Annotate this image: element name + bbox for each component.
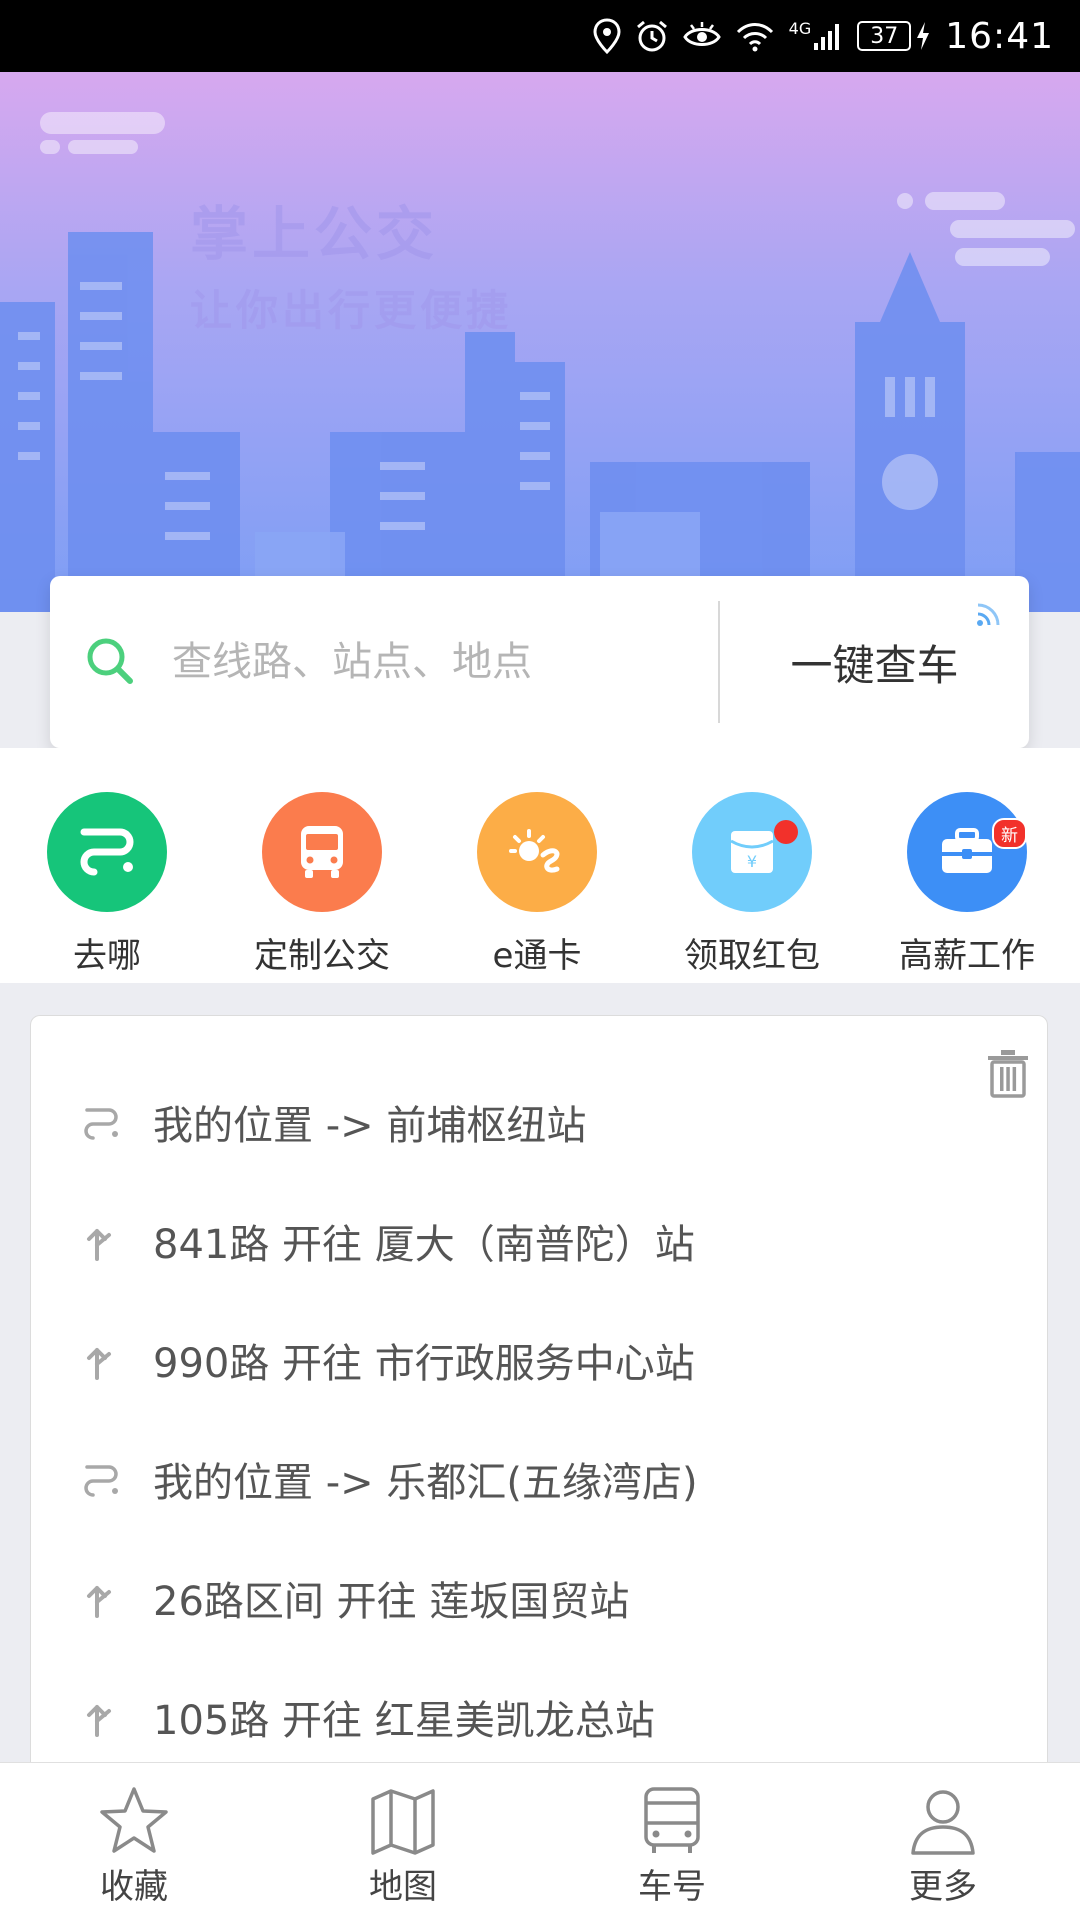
direction-icon [87, 1705, 111, 1737]
red-packet-icon: ¥ [692, 792, 812, 912]
search-icon [87, 638, 133, 684]
direction-icon [87, 1586, 111, 1618]
nav-bus-number[interactable]: 车号 [572, 1763, 772, 1920]
notification-dot [774, 820, 798, 844]
signal-icon [814, 24, 840, 50]
status-bar: 4G 37 16:41 [0, 0, 1080, 72]
battery-level: 37 [870, 23, 899, 49]
direction-icon [87, 1229, 111, 1261]
status-time: 16:41 [945, 15, 1054, 57]
user-icon [911, 1790, 975, 1855]
route-icon [47, 792, 167, 912]
history-item-text: 990路 开往 市行政服务中心站 [153, 1341, 695, 1387]
quick-actions: 去哪 定制公交 e通卡 ¥ 领取红包 新 高薪工作 [0, 748, 1080, 983]
nav-label: 地图 [369, 1867, 437, 1907]
nav-label: 更多 [909, 1867, 977, 1907]
quick-action-red-packet[interactable]: ¥ 领取红包 [652, 792, 852, 977]
bottom-navigation: 收藏 地图 车号 更多 [0, 1762, 1080, 1920]
location-icon [593, 18, 621, 54]
quick-action-go-where[interactable]: 去哪 [7, 792, 207, 977]
bus-icon [262, 792, 382, 912]
city-skyline-illustration [0, 112, 1080, 612]
one-key-check-bus-label: 一键查车 [790, 640, 959, 690]
new-badge: 新 [992, 818, 1027, 849]
one-key-check-bus-button[interactable]: 一键查车 [720, 576, 1029, 748]
wifi-icon [736, 23, 773, 52]
nav-more[interactable]: 更多 [843, 1763, 1043, 1920]
charging-icon [917, 22, 930, 50]
search-card: 一键查车 [50, 576, 1029, 748]
network-type: 4G [788, 19, 812, 38]
quick-action-custom-bus[interactable]: 定制公交 [222, 792, 422, 977]
history-item[interactable]: 26路区间 开往 莲坂国贸站 [31, 1548, 1047, 1648]
eye-icon [682, 22, 721, 46]
search-history-card: 我的位置 -> 前埔枢纽站 841路 开往 厦大（南普陀）站 990路 开往 市… [30, 1015, 1048, 1763]
history-item-text: 841路 开往 厦大（南普陀）站 [153, 1222, 695, 1268]
briefcase-icon: 新 [907, 792, 1027, 912]
history-item[interactable]: 841路 开往 厦大（南普陀）站 [31, 1191, 1047, 1291]
quick-action-label: e通卡 [492, 936, 582, 976]
history-item-text: 26路区间 开往 莲坂国贸站 [153, 1579, 630, 1625]
map-icon [371, 1789, 435, 1855]
signal-wave-icon [977, 603, 1000, 626]
alarm-icon [636, 20, 667, 52]
ecard-icon [477, 792, 597, 912]
quick-action-label: 定制公交 [254, 936, 390, 976]
route-icon [84, 1465, 118, 1497]
nav-label: 收藏 [100, 1867, 168, 1907]
hero-banner: 掌上公交 让你出行更便捷 [0, 72, 1080, 612]
search-input[interactable] [172, 639, 712, 685]
battery-icon: 37 [857, 21, 931, 51]
hero-title: 掌上公交 [190, 200, 439, 268]
history-item[interactable]: 105路 开往 红星美凯龙总站 [31, 1667, 1047, 1763]
quick-action-label: 领取红包 [684, 936, 820, 976]
svg-text:¥: ¥ [747, 852, 757, 871]
history-item-text: 我的位置 -> 乐都汇(五缘湾店) [153, 1460, 698, 1506]
route-icon [84, 1108, 118, 1140]
hero-subtitle: 让你出行更便捷 [190, 286, 513, 335]
history-item-text: 我的位置 -> 前埔枢纽站 [153, 1103, 587, 1149]
quick-action-ecard[interactable]: e通卡 [437, 792, 637, 977]
nav-label: 车号 [638, 1867, 706, 1907]
quick-action-high-salary-job[interactable]: 新 高薪工作 [867, 792, 1067, 977]
history-item-text: 105路 开往 红星美凯龙总站 [153, 1698, 655, 1744]
direction-icon [87, 1348, 111, 1380]
nav-map[interactable]: 地图 [303, 1763, 503, 1920]
quick-action-label: 去哪 [73, 936, 141, 976]
history-item[interactable]: 我的位置 -> 乐都汇(五缘湾店) [31, 1429, 1047, 1529]
bus-front-icon [644, 1787, 700, 1853]
nav-favorites[interactable]: 收藏 [34, 1763, 234, 1920]
history-item[interactable]: 我的位置 -> 前埔枢纽站 [31, 1072, 1047, 1172]
history-item[interactable]: 990路 开往 市行政服务中心站 [31, 1310, 1047, 1410]
star-icon [100, 1787, 168, 1853]
quick-action-label: 高薪工作 [899, 936, 1035, 976]
